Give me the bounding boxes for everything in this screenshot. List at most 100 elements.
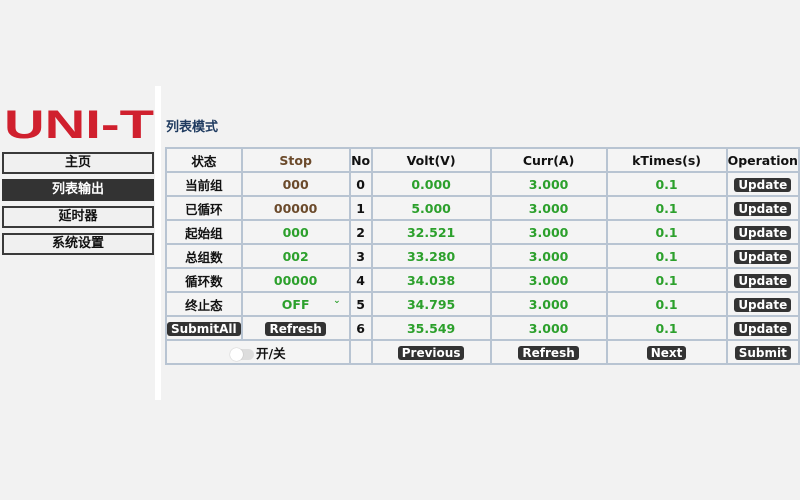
table-row: 当前组 000 0 0.000 3.000 0.1 Update [165,171,800,197]
header-no: No [348,147,373,173]
sidebar-item-home[interactable]: 主页 [2,152,154,174]
previous-cell: Previous [370,339,492,365]
ktimes-input[interactable]: 0.1 [605,243,728,269]
start-group-input[interactable]: 000 [240,219,351,245]
row-no: 4 [348,267,373,293]
sidebar-item-settings[interactable]: 系统设置 [2,233,154,255]
table-row: 已循环 00000 1 5.000 3.000 0.1 Update [165,195,800,221]
curr-input[interactable]: 3.000 [489,243,608,269]
volt-input[interactable]: 34.038 [370,267,492,293]
curr-input[interactable]: 3.000 [489,219,608,245]
table-row: 起始组 000 2 32.521 3.000 0.1 Update [165,219,800,245]
toggle-cell: 开/关 [165,339,351,365]
update-button[interactable]: Update [734,225,792,240]
submit-all-cell: SubmitAll [165,315,243,341]
footer-row: 开/关 Previous Refresh Next Submit [165,339,800,365]
volt-input[interactable]: 34.795 [370,291,492,317]
refresh-cell: Refresh [489,339,608,365]
header-curr: Curr(A) [489,147,608,173]
operation-cell: Update [725,315,800,341]
empty-cell [348,339,373,365]
ktimes-input[interactable]: 0.1 [605,267,728,293]
update-button[interactable]: Update [734,321,792,336]
operation-cell: Update [725,195,800,221]
update-button[interactable]: Update [734,273,792,288]
status-value-cycled: 00000 [240,195,351,221]
sidebar-item-list-output[interactable]: 列表输出 [2,179,154,201]
sidebar-item-delay[interactable]: 延时器 [2,206,154,228]
total-groups-input[interactable]: 002 [240,243,351,269]
curr-input[interactable]: 3.000 [489,315,608,341]
submit-all-button[interactable]: SubmitAll [167,321,241,336]
power-toggle[interactable] [230,347,255,361]
operation-cell: Update [725,291,800,317]
operation-cell: Update [725,171,800,197]
refresh-button[interactable]: Refresh [518,345,579,360]
refresh-status-button[interactable]: Refresh [265,321,326,336]
svg-text:UNI-T: UNI-T [4,106,154,142]
header-stop: Stop [240,147,351,173]
curr-input[interactable]: 3.000 [489,267,608,293]
end-state-select[interactable]: OFF ⌄ [240,291,351,317]
list-table: 状态 Stop No Volt(V) Curr(A) kTimes(s) Ope… [165,147,800,365]
table-row: 终止态 OFF ⌄ 5 34.795 3.000 0.1 Update [165,291,800,317]
status-label: 已循环 [165,195,243,221]
table-row: 总组数 002 3 33.280 3.000 0.1 Update [165,243,800,269]
header-operation: Operation [725,147,800,173]
uni-t-logo: UNI-T [4,106,156,142]
ktimes-input[interactable]: 0.1 [605,195,728,221]
toggle-knob [230,347,244,361]
update-button[interactable]: Update [734,297,792,312]
row-no: 6 [348,315,373,341]
status-label: 当前组 [165,171,243,197]
header-status: 状态 [165,147,243,173]
update-button[interactable]: Update [734,249,792,264]
table-row: SubmitAll Refresh 6 35.549 3.000 0.1 Upd… [165,315,800,341]
header-ktimes: kTimes(s) [605,147,728,173]
previous-button[interactable]: Previous [397,345,465,360]
refresh-status-cell: Refresh [240,315,351,341]
chevron-down-icon: ⌄ [333,295,341,306]
operation-cell: Update [725,267,800,293]
status-label: 循环数 [165,267,243,293]
next-button[interactable]: Next [646,345,687,360]
next-cell: Next [605,339,728,365]
cycle-count-input[interactable]: 00000 [240,267,351,293]
sidebar-divider [155,86,161,400]
ktimes-input[interactable]: 0.1 [605,291,728,317]
volt-input[interactable]: 33.280 [370,243,492,269]
volt-input[interactable]: 0.000 [370,171,492,197]
curr-input[interactable]: 3.000 [489,171,608,197]
operation-cell: Update [725,243,800,269]
curr-input[interactable]: 3.000 [489,291,608,317]
status-value-current-group: 000 [240,171,351,197]
status-label: 终止态 [165,291,243,317]
row-no: 0 [348,171,373,197]
table-row: 循环数 00000 4 34.038 3.000 0.1 Update [165,267,800,293]
header-volt: Volt(V) [370,147,492,173]
ktimes-input[interactable]: 0.1 [605,315,728,341]
update-button[interactable]: Update [734,177,792,192]
operation-cell: Update [725,219,800,245]
toggle-label: 开/关 [256,345,286,361]
volt-input[interactable]: 32.521 [370,219,492,245]
row-no: 1 [348,195,373,221]
volt-input[interactable]: 5.000 [370,195,492,221]
row-no: 3 [348,243,373,269]
status-label: 起始组 [165,219,243,245]
curr-input[interactable]: 3.000 [489,195,608,221]
ktimes-input[interactable]: 0.1 [605,219,728,245]
header-row: 状态 Stop No Volt(V) Curr(A) kTimes(s) Ope… [165,147,800,173]
submit-cell: Submit [725,339,800,365]
row-no: 5 [348,291,373,317]
sidebar: UNI-T 主页 列表输出 延时器 系统设置 [0,100,158,400]
row-no: 2 [348,219,373,245]
volt-input[interactable]: 35.549 [370,315,492,341]
submit-button[interactable]: Submit [734,345,791,360]
update-button[interactable]: Update [734,201,792,216]
end-state-select-box[interactable]: OFF ⌄ [243,295,349,312]
page-title: 列表模式 [166,120,219,135]
logo-graphic: UNI-T [4,106,154,142]
ktimes-input[interactable]: 0.1 [605,171,728,197]
status-label: 总组数 [165,243,243,269]
